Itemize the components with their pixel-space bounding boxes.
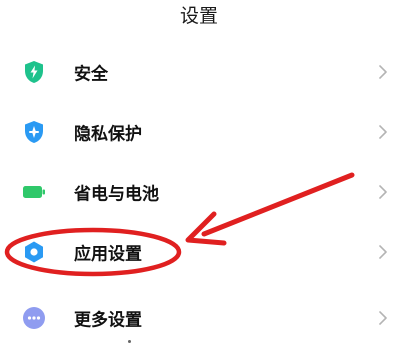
settings-item-security[interactable]: 安全 — [0, 42, 398, 102]
privacy-shield-icon — [22, 120, 46, 144]
settings-item-more[interactable]: 更多设置 — [0, 288, 398, 348]
app-settings-gear-icon — [22, 240, 46, 264]
settings-item-label: 应用设置 — [74, 244, 142, 265]
page-title: 设置 — [179, 5, 218, 27]
chevron-right-icon — [378, 64, 388, 80]
shield-bolt-icon — [22, 60, 46, 84]
chevron-right-icon — [378, 310, 388, 326]
settings-item-label: 安全 — [74, 64, 108, 85]
settings-item-privacy[interactable]: 隐私保护 — [0, 102, 398, 162]
settings-item-label: 省电与电池 — [74, 184, 159, 205]
chevron-right-icon — [378, 184, 388, 200]
settings-item-label: 更多设置 — [74, 310, 142, 331]
chevron-right-icon — [378, 244, 388, 260]
divider-dot — [128, 340, 131, 343]
settings-item-app-settings[interactable]: 应用设置 — [0, 222, 398, 282]
settings-item-battery[interactable]: 省电与电池 — [0, 162, 398, 222]
battery-icon — [22, 180, 46, 204]
settings-item-label: 隐私保护 — [74, 124, 142, 145]
more-dots-icon — [22, 306, 46, 330]
chevron-right-icon — [378, 124, 388, 140]
